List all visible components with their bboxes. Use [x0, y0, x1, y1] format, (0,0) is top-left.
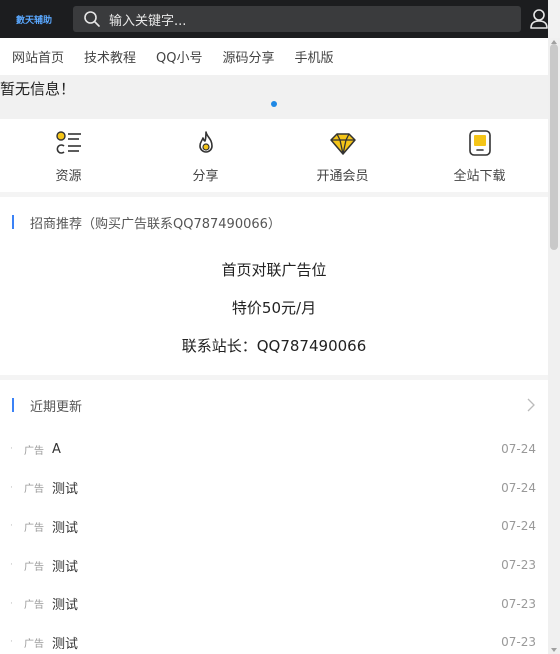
quick-links: 资源 分享 开通会员 全站下载 [0, 119, 548, 192]
bullet-dot: · [10, 444, 13, 455]
list-item[interactable]: · 广告 测试 07-23 [10, 546, 536, 585]
item-tag: 广告 [24, 522, 44, 534]
download-card-icon [468, 130, 491, 156]
search-box[interactable]: 输入关键字... [73, 6, 521, 32]
quick-link-resources[interactable]: 资源 [0, 119, 137, 192]
site-logo[interactable]: 數天辅助 [0, 0, 68, 38]
nav-item-qq-accounts[interactable]: QQ小号 [156, 47, 202, 66]
ad-line: 特价50元/月 [231, 299, 317, 317]
item-date: 07-24 [501, 480, 536, 495]
item-title[interactable]: 测试 [52, 594, 501, 613]
page: 數天辅助 输入关键字... 网站首页 技术教程 QQ小号 源码分享 手机版 暂无… [0, 0, 548, 654]
notice-text: 暂无信息！ [0, 80, 76, 98]
bullet-dot: · [10, 521, 13, 532]
bullet-dot: · [10, 637, 13, 648]
recent-section-title: 近期更新 [30, 399, 83, 415]
list-item[interactable]: · 广告 测试 07-23 [10, 584, 536, 623]
item-title[interactable]: 测试 [52, 478, 501, 497]
notice-banner: 暂无信息！ [0, 75, 548, 119]
item-date: 07-24 [501, 519, 536, 534]
nav-item-tutorials[interactable]: 技术教程 [84, 47, 136, 66]
nav-item-home[interactable]: 网站首页 [12, 47, 64, 66]
item-tag: 广告 [24, 484, 44, 496]
item-title[interactable]: 测试 [52, 556, 501, 575]
flame-icon [198, 131, 213, 153]
ad-line: 联系站长：QQ787490066 [181, 337, 367, 355]
ad-section-header: 招商推荐（购买广告联系QQ787490066） [0, 197, 548, 247]
nav-item-source-share[interactable]: 源码分享 [223, 47, 275, 66]
quick-link-vip[interactable]: 开通会员 [274, 119, 411, 192]
quick-link-label: 资源 [55, 169, 82, 184]
section-accent-bar [12, 215, 14, 229]
ad-section-title: 招商推荐（购买广告联系QQ787490066） [30, 216, 281, 232]
quick-link-label: 全站下载 [453, 169, 506, 184]
recent-list: · 广告 A 07-24 · 广告 测试 07-24 · 广告 测试 07-24… [0, 430, 548, 654]
ad-body[interactable]: 首页对联广告位 特价50元/月 联系站长：QQ787490066 [0, 247, 548, 375]
list-item[interactable]: · 广告 测试 07-24 [10, 507, 536, 546]
bullet-dot: · [10, 560, 13, 571]
item-tag: 广告 [24, 561, 44, 573]
search-icon [84, 11, 100, 27]
quick-link-label: 分享 [192, 169, 219, 184]
main-nav: 网站首页 技术教程 QQ小号 源码分享 手机版 [0, 38, 548, 75]
item-tag: 广告 [24, 638, 44, 650]
quick-link-label: 开通会员 [316, 169, 369, 184]
diamond-icon [329, 133, 356, 155]
scroll-down-arrow-icon[interactable] [548, 646, 560, 654]
list-item[interactable]: · 广告 测试 07-23 [10, 623, 536, 654]
vertical-scrollbar[interactable] [548, 38, 560, 654]
list-item[interactable]: · 广告 测试 07-24 [10, 469, 536, 508]
top-header: 數天辅助 输入关键字... [0, 0, 548, 38]
quick-link-download[interactable]: 全站下载 [411, 119, 548, 192]
item-tag: 广告 [24, 600, 44, 612]
chevron-right-icon[interactable] [526, 397, 536, 413]
recent-section-header: 近期更新 [0, 380, 548, 430]
carousel-dot[interactable] [271, 101, 277, 107]
search-input[interactable]: 输入关键字... [109, 10, 186, 29]
bullet-dot: · [10, 482, 13, 493]
list-item[interactable]: · 广告 A 07-24 [10, 430, 536, 469]
item-title[interactable]: 测试 [52, 517, 501, 536]
quick-link-share[interactable]: 分享 [137, 119, 274, 192]
recent-section: 近期更新 · 广告 A 07-24 · 广告 测试 07-24 · 广告 测试 [0, 380, 548, 654]
item-date: 07-23 [501, 558, 536, 573]
user-icon[interactable] [529, 8, 548, 30]
ad-line: 首页对联广告位 [221, 261, 327, 279]
scrollbar-thumb[interactable] [550, 44, 558, 250]
ad-section: 招商推荐（购买广告联系QQ787490066） 首页对联广告位 特价50元/月 … [0, 197, 548, 375]
resource-list-icon [55, 131, 81, 154]
bullet-dot: · [10, 598, 13, 609]
item-date: 07-24 [501, 442, 536, 457]
item-date: 07-23 [501, 635, 536, 650]
item-title[interactable]: A [52, 442, 501, 457]
nav-item-mobile[interactable]: 手机版 [295, 47, 334, 66]
section-accent-bar [12, 398, 14, 412]
item-date: 07-23 [501, 596, 536, 611]
item-title[interactable]: 测试 [52, 633, 501, 652]
item-tag: 广告 [24, 445, 44, 457]
